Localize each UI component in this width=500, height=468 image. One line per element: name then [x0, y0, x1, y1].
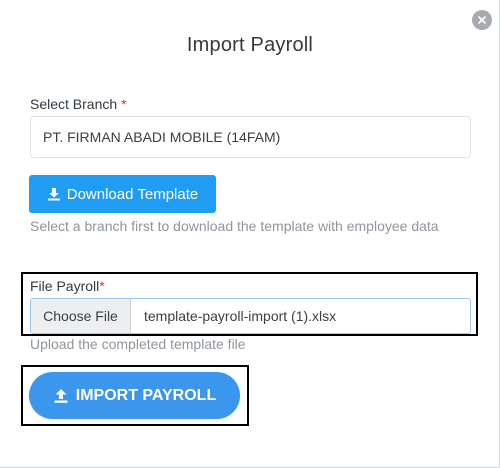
branch-select[interactable]: PT. FIRMAN ABADI MOBILE (14FAM): [30, 116, 471, 158]
branch-label-text: Select Branch: [30, 96, 118, 112]
import-payroll-button[interactable]: IMPORT PAYROLL: [29, 372, 240, 419]
import-payroll-modal: Import Payroll Select Branch * PT. FIRMA…: [0, 0, 500, 468]
close-button[interactable]: [472, 10, 492, 30]
modal-title: Import Payroll: [186, 34, 314, 56]
upload-icon: [54, 388, 68, 403]
file-payroll-input[interactable]: Choose File template-payroll-import (1).…: [30, 298, 471, 334]
download-hint: Select a branch first to download the te…: [30, 218, 439, 234]
download-template-label: Download Template: [66, 185, 199, 203]
import-payroll-label: IMPORT PAYROLL: [75, 386, 217, 404]
selected-file-name: template-payroll-import (1).xlsx: [144, 308, 337, 324]
required-mark: *: [121, 96, 127, 112]
file-label-text: File Payroll: [30, 278, 100, 294]
branch-label: Select Branch *: [30, 96, 127, 112]
branch-select-value: PT. FIRMAN ABADI MOBILE (14FAM): [43, 129, 281, 145]
download-icon: [47, 188, 60, 201]
choose-file-button[interactable]: Choose File: [31, 299, 131, 333]
file-payroll-label: File Payroll*: [30, 278, 105, 294]
required-mark: *: [99, 278, 105, 294]
download-template-button[interactable]: Download Template: [29, 175, 216, 213]
close-icon: [478, 16, 486, 24]
file-hint: Upload the completed template file: [30, 336, 246, 352]
